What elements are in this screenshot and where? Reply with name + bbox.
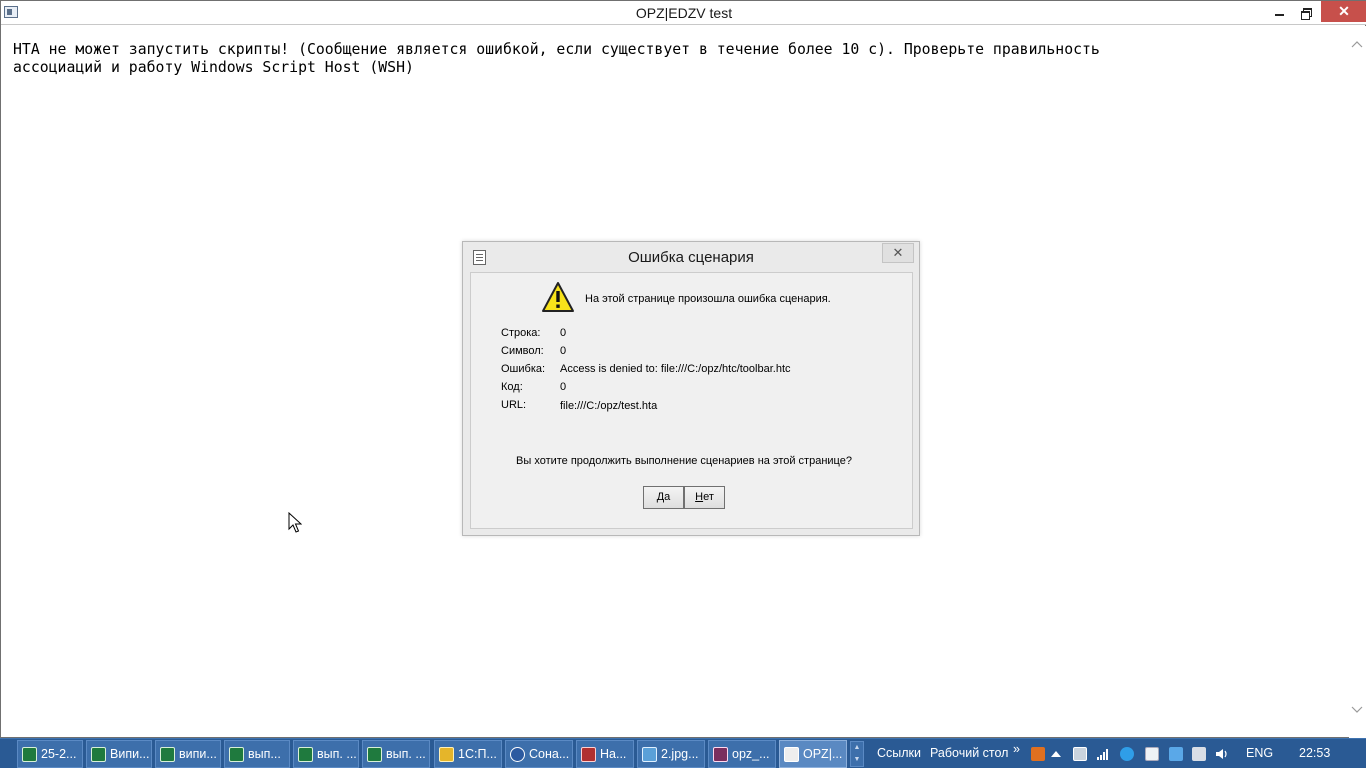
- detail-label: Символ:: [501, 345, 544, 357]
- detail-label: URL:: [501, 399, 527, 411]
- chevron-up-icon: ▲: [853, 744, 861, 751]
- taskbar-item[interactable]: 1С:П...: [434, 740, 502, 768]
- vertical-scrollbar[interactable]: [1349, 26, 1366, 738]
- dialog-question: Вы хотите продолжить выполнение сценарие…: [516, 455, 852, 467]
- detail-label: Ошибка:: [501, 363, 546, 375]
- toolbar-overflow-icon[interactable]: »: [1013, 742, 1020, 756]
- dialog-message: На этой странице произошла ошибка сценар…: [585, 293, 831, 305]
- mouse-cursor-icon: [288, 512, 302, 533]
- taskbar-item[interactable]: 2.jpg...: [637, 740, 705, 768]
- excel-icon: [91, 746, 106, 762]
- title-bar[interactable]: OPZ|EDZV test ✕: [1, 1, 1366, 25]
- close-button[interactable]: ✕: [1321, 1, 1366, 22]
- desktop-toolbar[interactable]: Рабочий стол: [930, 746, 1008, 760]
- taskbar-item-label: Випи...: [110, 747, 150, 761]
- taskbar-item[interactable]: Сона...: [505, 740, 573, 768]
- taskbar-item-label: 1С:П...: [458, 747, 497, 761]
- info-icon[interactable]: [1120, 747, 1134, 761]
- detail-value: Access is denied to: file:///C:/opz/htc/…: [560, 363, 791, 375]
- taskbar-item-label: вып. ...: [317, 747, 357, 761]
- taskbar-item[interactable]: вып. ...: [362, 740, 430, 768]
- volume-icon[interactable]: [1215, 747, 1229, 761]
- network-adapter-icon[interactable]: [1073, 747, 1087, 761]
- scroll-down-icon[interactable]: [1351, 706, 1363, 720]
- warning-icon: [542, 282, 574, 312]
- image-icon: [642, 746, 657, 762]
- close-icon: ✕: [1338, 3, 1350, 19]
- taskbar-item-label: випи...: [179, 747, 217, 761]
- excel-icon: [22, 746, 37, 762]
- taskbar-item-label: Сона...: [529, 747, 570, 761]
- power-icon[interactable]: [1192, 747, 1206, 761]
- taskbar-item-label: 25-2...: [41, 747, 77, 761]
- hta-window-icon: [784, 746, 799, 762]
- notification-flag-icon[interactable]: [1031, 747, 1045, 761]
- yes-button[interactable]: Да: [643, 486, 684, 509]
- signal-strength-icon[interactable]: [1096, 747, 1110, 761]
- dialog-title-bar[interactable]: Ошибка сценария ✕: [463, 242, 919, 272]
- taskbar-item-label: вып. ...: [386, 747, 426, 761]
- taskbar: 25-2... Випи... випи... вып... вып. ... …: [0, 738, 1366, 768]
- excel-icon: [229, 746, 244, 762]
- taskbar-item[interactable]: Випи...: [86, 740, 152, 768]
- no-label-rest: ет: [703, 491, 714, 503]
- taskbar-item-label: OPZ|...: [803, 747, 843, 761]
- taskbar-item-label: opz_...: [732, 747, 770, 761]
- error-text-line-1: HTA не может запустить скрипты! (Сообщен…: [13, 41, 1100, 58]
- restore-icon: [1301, 7, 1312, 20]
- taskbar-item[interactable]: opz_...: [708, 740, 776, 768]
- taskbar-item[interactable]: вып. ...: [293, 740, 359, 768]
- error-text-line-2: ассоциаций и работу Windows Script Host …: [13, 59, 414, 76]
- dialog-title: Ошибка сценария: [628, 249, 754, 266]
- taskbar-item-active[interactable]: OPZ|...: [779, 740, 847, 768]
- taskbar-item[interactable]: 25-2...: [17, 740, 83, 768]
- taskbar-item-label: 2.jpg...: [661, 747, 699, 761]
- taskbar-scroll-button[interactable]: ▲ ▼: [850, 741, 864, 767]
- taskbar-item[interactable]: На...: [576, 740, 634, 768]
- dialog-body: На этой странице произошла ошибка сценар…: [470, 272, 913, 529]
- archive-icon: [713, 746, 728, 762]
- dialog-close-button[interactable]: ✕: [882, 243, 914, 263]
- yes-label-rest: а: [664, 491, 671, 503]
- page-content: HTA не может запустить скрипты! (Сообщен…: [13, 41, 1333, 77]
- excel-icon: [367, 746, 382, 762]
- window-title: OPZ|EDZV test: [635, 5, 733, 21]
- detail-label: Код:: [501, 381, 523, 393]
- 1c-icon: [439, 746, 454, 762]
- detail-value: file:///C:/opz/test.hta: [560, 400, 658, 412]
- excel-icon: [298, 746, 313, 762]
- language-indicator[interactable]: ENG: [1246, 746, 1273, 760]
- sona-icon: [510, 746, 525, 762]
- taskbar-item-label: На...: [600, 747, 627, 761]
- app-icon: [581, 746, 596, 762]
- clock[interactable]: 22:53: [1299, 746, 1330, 760]
- chevron-down-icon: ▼: [853, 756, 861, 763]
- close-icon: ✕: [892, 245, 904, 260]
- taskbar-item-label: вып...: [248, 747, 281, 761]
- links-toolbar[interactable]: Ссылки: [877, 746, 921, 760]
- detail-value: 0: [560, 327, 567, 339]
- window-tray-icon[interactable]: [1145, 747, 1159, 761]
- script-error-dialog: Ошибка сценария ✕ На этой странице произ…: [462, 241, 920, 536]
- excel-icon: [160, 746, 175, 762]
- taskbar-item[interactable]: випи...: [155, 740, 221, 768]
- minimize-button[interactable]: [1266, 1, 1292, 23]
- detail-label: Строка:: [501, 327, 541, 339]
- no-access-key: Н: [695, 491, 704, 503]
- restore-button[interactable]: [1293, 1, 1319, 23]
- detail-value: 0: [560, 345, 567, 357]
- detail-value: 0: [560, 381, 567, 393]
- scroll-up-icon[interactable]: [1351, 40, 1363, 54]
- snowflake-icon[interactable]: [1169, 747, 1183, 761]
- taskbar-item[interactable]: вып...: [224, 740, 290, 768]
- minimize-icon: [1274, 14, 1284, 16]
- no-button[interactable]: Нет: [684, 486, 725, 509]
- show-hidden-icons-icon[interactable]: [1049, 747, 1063, 761]
